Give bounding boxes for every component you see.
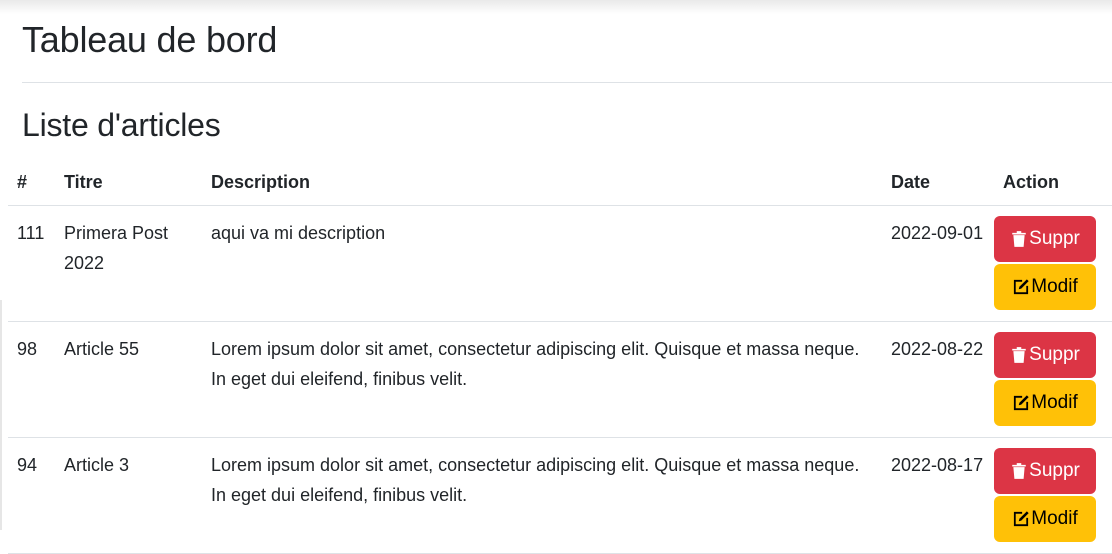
edit-button[interactable]: Modif (994, 380, 1096, 426)
header-date: Date (882, 160, 994, 206)
delete-button-label: Suppr (1029, 344, 1080, 365)
cell-id: 98 (8, 321, 55, 438)
delete-button[interactable]: Suppr (994, 448, 1096, 494)
edit-button-label: Modif (1031, 392, 1078, 413)
cell-description: Lorem ipsum dolor sit amet, consectetur … (202, 321, 882, 438)
header-id: # (8, 160, 55, 206)
table-header: # Titre Description Date Action (8, 160, 1112, 206)
cell-id: 94 (8, 437, 55, 554)
edit-button-label: Modif (1031, 508, 1078, 529)
delete-button-label: Suppr (1029, 228, 1080, 249)
table-row: 98 Article 55 Lorem ipsum dolor sit amet… (8, 321, 1112, 438)
cell-date: 2022-08-17 (882, 437, 994, 554)
section-title: Liste d'articles (22, 107, 221, 143)
edit-icon (1014, 395, 1029, 411)
edit-icon (1014, 279, 1029, 295)
left-edge-rule (0, 300, 2, 530)
delete-button[interactable]: Suppr (994, 332, 1096, 378)
top-shadow (0, 0, 1112, 14)
cell-title: Article 3 (55, 437, 202, 554)
cell-title: Primera Post 2022 (55, 205, 202, 322)
trash-icon (1012, 347, 1026, 363)
articles-table: # Titre Description Date Action 111 Prim… (8, 160, 1112, 554)
table-row: 111 Primera Post 2022 aqui va mi descrip… (8, 205, 1112, 322)
cell-id: 111 (8, 205, 55, 322)
table-body: 111 Primera Post 2022 aqui va mi descrip… (8, 205, 1112, 554)
edit-icon (1014, 511, 1029, 527)
delete-button[interactable]: Suppr (994, 216, 1096, 262)
cell-title: Article 55 (55, 321, 202, 438)
edit-button[interactable]: Modif (994, 496, 1096, 542)
cell-date: 2022-09-01 (882, 205, 994, 322)
header-action: Action (994, 160, 1112, 206)
header-row: # Titre Description Date Action (8, 160, 1112, 206)
delete-button-label: Suppr (1029, 460, 1080, 481)
header-title: Titre (55, 160, 202, 206)
trash-icon (1012, 231, 1026, 247)
table-row: 94 Article 3 Lorem ipsum dolor sit amet,… (8, 437, 1112, 554)
cell-actions: Suppr Modif (994, 437, 1112, 554)
cell-description: Lorem ipsum dolor sit amet, consectetur … (202, 437, 882, 554)
page-title: Tableau de bord (22, 19, 278, 60)
cell-actions: Suppr Modif (994, 205, 1112, 322)
trash-icon (1012, 463, 1026, 479)
edit-button[interactable]: Modif (994, 264, 1096, 310)
cell-description: aqui va mi description (202, 205, 882, 322)
cell-date: 2022-08-22 (882, 321, 994, 438)
title-divider (22, 82, 1112, 83)
cell-actions: Suppr Modif (994, 321, 1112, 438)
header-description: Description (202, 160, 882, 206)
edit-button-label: Modif (1031, 276, 1078, 297)
